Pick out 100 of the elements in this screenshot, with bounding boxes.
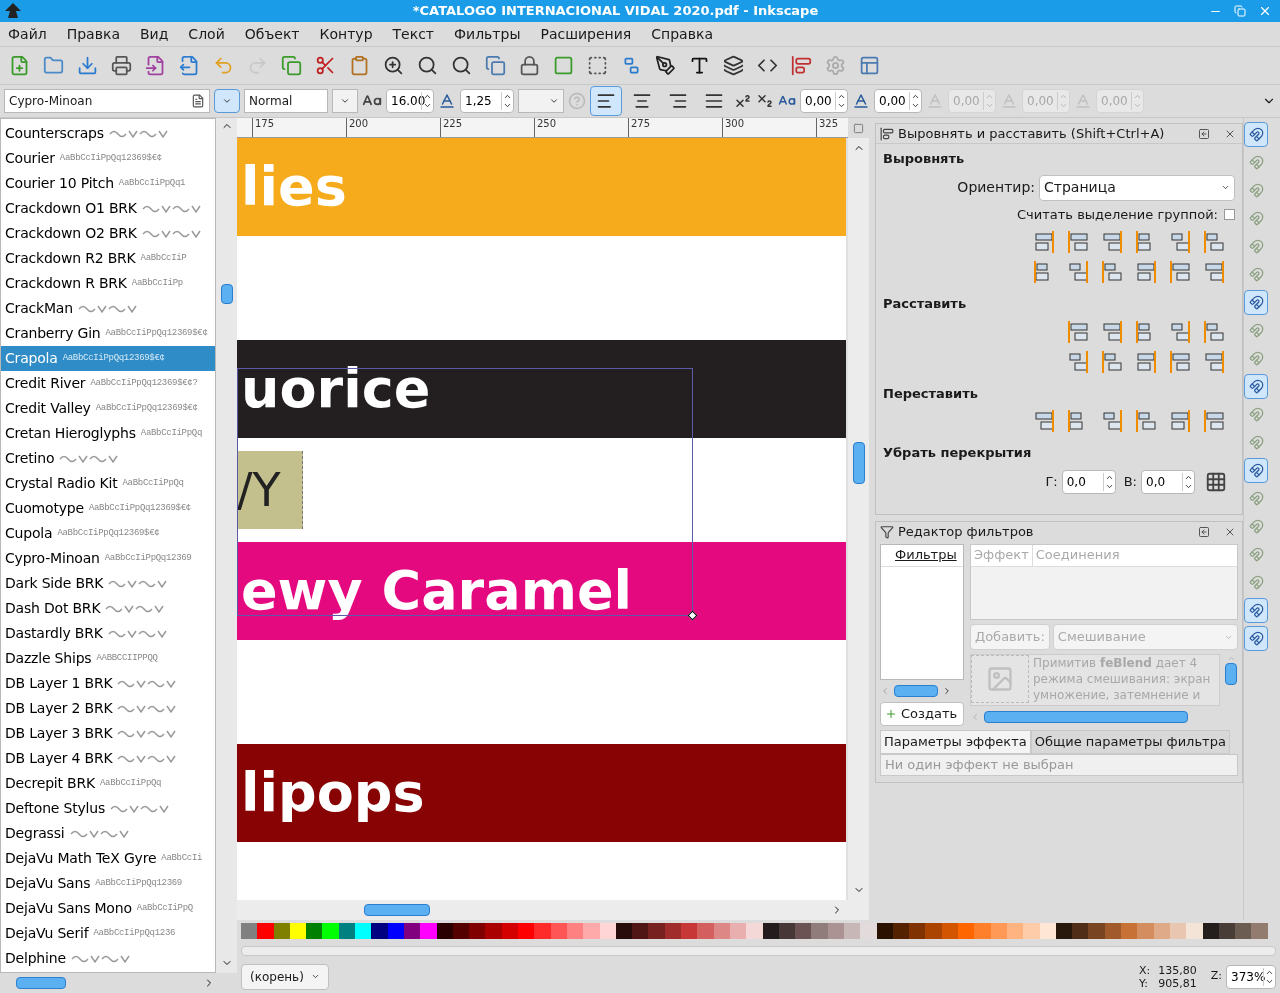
ruler-label: 225: [442, 118, 463, 130]
tab[interactable]: Общие параметры фильтра: [1030, 730, 1230, 754]
font-name: Counterscraps: [5, 124, 104, 143]
menu-item[interactable]: Файл: [8, 23, 47, 45]
empty-message: Ни один эффект не выбран: [885, 756, 1074, 775]
font-list-item[interactable]: Crystal Radio Kit AaBbCcIiPpQq: [1, 471, 215, 496]
font-list-item[interactable]: DejaVu Sans AaBbCcIiPpQq12369: [1, 871, 215, 896]
font-list-item[interactable]: Dazzle Ships AABBCCIIPPQQ: [1, 646, 215, 671]
spin-field[interactable]: 0,0: [1141, 469, 1195, 494]
font-list-item[interactable]: Decrepit BRK AaBbCcIiPpQq: [1, 771, 215, 796]
spin-field[interactable]: 0,00: [800, 89, 848, 113]
font-list-item[interactable]: Degrassi: [1, 821, 215, 846]
spin-field[interactable]: 373%: [1226, 964, 1276, 989]
create-button[interactable]: Создать: [880, 702, 964, 726]
coordinate-value: 905,81: [1158, 976, 1197, 990]
band-text: uorice: [240, 362, 431, 416]
font-name: DB Layer 4 BRK: [5, 749, 113, 768]
font-name: Dazzle Ships: [5, 649, 92, 668]
column-header[interactable]: Фильтры: [881, 545, 963, 567]
font-list-item[interactable]: DejaVu Math TeX Gyre AaBbCcIi: [1, 846, 215, 871]
font-list-item[interactable]: DB Layer 2 BRK: [1, 696, 215, 721]
relative-to-dropdown[interactable]: Страница: [1039, 174, 1235, 201]
font-sample: AaBbCcIiPpQq12369$€¢: [57, 526, 160, 540]
font-list-item[interactable]: Delphine: [1, 946, 215, 971]
font-name: DejaVu Sans: [5, 874, 91, 893]
font-name: Crackdown R2 BRK: [5, 249, 136, 268]
font-list-item[interactable]: Counterscraps: [1, 121, 215, 146]
zoom-label: Z:: [1210, 968, 1222, 985]
section-heading: Выровнять: [883, 150, 966, 168]
section-heading: Убрать перекрытия: [883, 444, 1033, 462]
font-name: Crackdown R BRK: [5, 274, 127, 293]
spin-field[interactable]: 1,25: [460, 89, 514, 113]
field-label: Ориентир:: [957, 178, 1035, 197]
panel-title: Редактор фильтров: [898, 523, 1034, 542]
menu-item[interactable]: Расширения: [540, 23, 632, 45]
font-list-item[interactable]: Crackdown R BRK AaBbCcIiPp: [1, 271, 215, 296]
font-list-item[interactable]: Credit River AaBbCcIiPpQq12369$€¢?: [1, 371, 215, 396]
font-sample: AaBbCcIiPpQq12369: [95, 876, 182, 890]
font-list-item[interactable]: Deftone Stylus: [1, 796, 215, 821]
font-name: Decrepit BRK: [5, 774, 95, 793]
font-list-item[interactable]: DB Layer 1 BRK: [1, 671, 215, 696]
font-list-item[interactable]: Cretino: [1, 446, 215, 471]
menu-item[interactable]: Вид: [139, 23, 169, 45]
menu-item[interactable]: Слой: [188, 23, 225, 45]
tab[interactable]: Параметры эффекта: [880, 730, 1031, 754]
font-list-item[interactable]: DejaVu Serif AaBbCcIiPpQq1236: [1, 921, 215, 946]
font-list-item[interactable]: Crackdown O1 BRK: [1, 196, 215, 221]
section-heading: Расставить: [883, 295, 968, 313]
font-sample: AaBbCcIi: [161, 851, 203, 865]
font-sample: AaBbCcIiPpQq12369: [104, 551, 192, 565]
font-list-item[interactable]: Cypro-Minoan AaBbCcIiPpQq12369: [1, 546, 215, 571]
font-list-item[interactable]: Cretan Hieroglyphs AaBbCcIiPpQq: [1, 421, 215, 446]
font-list-item[interactable]: Credit Valley AaBbCcIiPpQq12369$€¢: [1, 396, 215, 421]
menu-item[interactable]: Текст: [392, 23, 434, 45]
font-name: Cuomotype: [5, 499, 84, 518]
font-name: Cupola: [5, 524, 53, 543]
font-list-item[interactable]: Courier AaBbCcIiPpQq12369$€¢: [1, 146, 215, 171]
font-name: Crackdown O2 BRK: [5, 224, 137, 243]
font-sample: AaBbCcIiPpQq12369$€¢?: [90, 376, 198, 390]
font-list-item[interactable]: Crackdown O2 BRK: [1, 221, 215, 246]
font-list-item[interactable]: DB Layer 3 BRK: [1, 721, 215, 746]
font-list-item[interactable]: Dastardly BRK: [1, 621, 215, 646]
font-list-item[interactable]: Dash Dot BRK: [1, 596, 215, 621]
font-name: CrackMan: [5, 299, 73, 318]
font-list-item[interactable]: DejaVu Sans Mono AaBbCcIiPpQ: [1, 896, 215, 921]
font-sample: AaBbCcIiPpQq: [100, 776, 162, 790]
font-sample: AaBbCcIiPpQq: [140, 426, 202, 440]
font-list-item[interactable]: Cranberry Gin AaBbCcIiPpQq12369$€¢: [1, 321, 215, 346]
font-list-item[interactable]: DB Layer 4 BRK: [1, 746, 215, 771]
font-name: DB Layer 1 BRK: [5, 674, 113, 693]
spin-field[interactable]: 0,0: [1061, 469, 1116, 494]
band-text: lies: [240, 160, 347, 214]
font-list-item[interactable]: Courier 10 Pitch AaBbCcIiPpQq1: [1, 171, 215, 196]
font-style-field[interactable]: Normal: [244, 89, 328, 113]
field-label: Г:: [1045, 472, 1058, 491]
font-list-item[interactable]: Crackdown R2 BRK AaBbCcIiP: [1, 246, 215, 271]
window-title: *CATALOGO INTERNACIONAL VIDAL 2020.pdf - Inkscape: [411, 2, 820, 21]
font-list-item[interactable]: Crapola AaBbCcIiPpQq12369$€¢: [1, 346, 215, 371]
font-list-item[interactable]: Dark Side BRK: [1, 571, 215, 596]
font-sample: AaBbCcIiP: [140, 251, 187, 265]
font-name: Credit Valley: [5, 399, 91, 418]
primitive-description: Примитив feBlend дает 4 режима смешивания: экран умножение, затемнение и: [1033, 655, 1212, 704]
menu-item[interactable]: Правка: [66, 23, 120, 45]
coordinate-label: Y:: [1139, 976, 1149, 990]
font-list-item[interactable]: Cuomotype AaBbCcIiPpQq12369$€¢: [1, 496, 215, 521]
spin-field[interactable]: 0,00: [874, 89, 922, 113]
ruler-label: 175: [254, 118, 275, 130]
spin-field[interactable]: 16.00: [386, 89, 434, 113]
font-sample: AaBbCcIiPpQq1: [118, 176, 186, 190]
menu-item[interactable]: Контур: [319, 23, 373, 45]
font-sample: AaBbCcIiPpQq12369$€¢: [62, 351, 165, 365]
font-name: Deftone Stylus: [5, 799, 105, 818]
menu-item[interactable]: Справка: [651, 23, 713, 45]
font-family-field[interactable]: Cypro-Minoan: [4, 89, 210, 113]
font-name: Delphine: [5, 949, 66, 968]
font-list-item[interactable]: CrackMan: [1, 296, 215, 321]
font-list-item[interactable]: Cupola AaBbCcIiPpQq12369$€¢: [1, 521, 215, 546]
menu-item[interactable]: Фильтры: [454, 23, 521, 45]
menu-item[interactable]: Объект: [244, 23, 300, 45]
layer-dropdown[interactable]: (корень): [241, 963, 329, 990]
